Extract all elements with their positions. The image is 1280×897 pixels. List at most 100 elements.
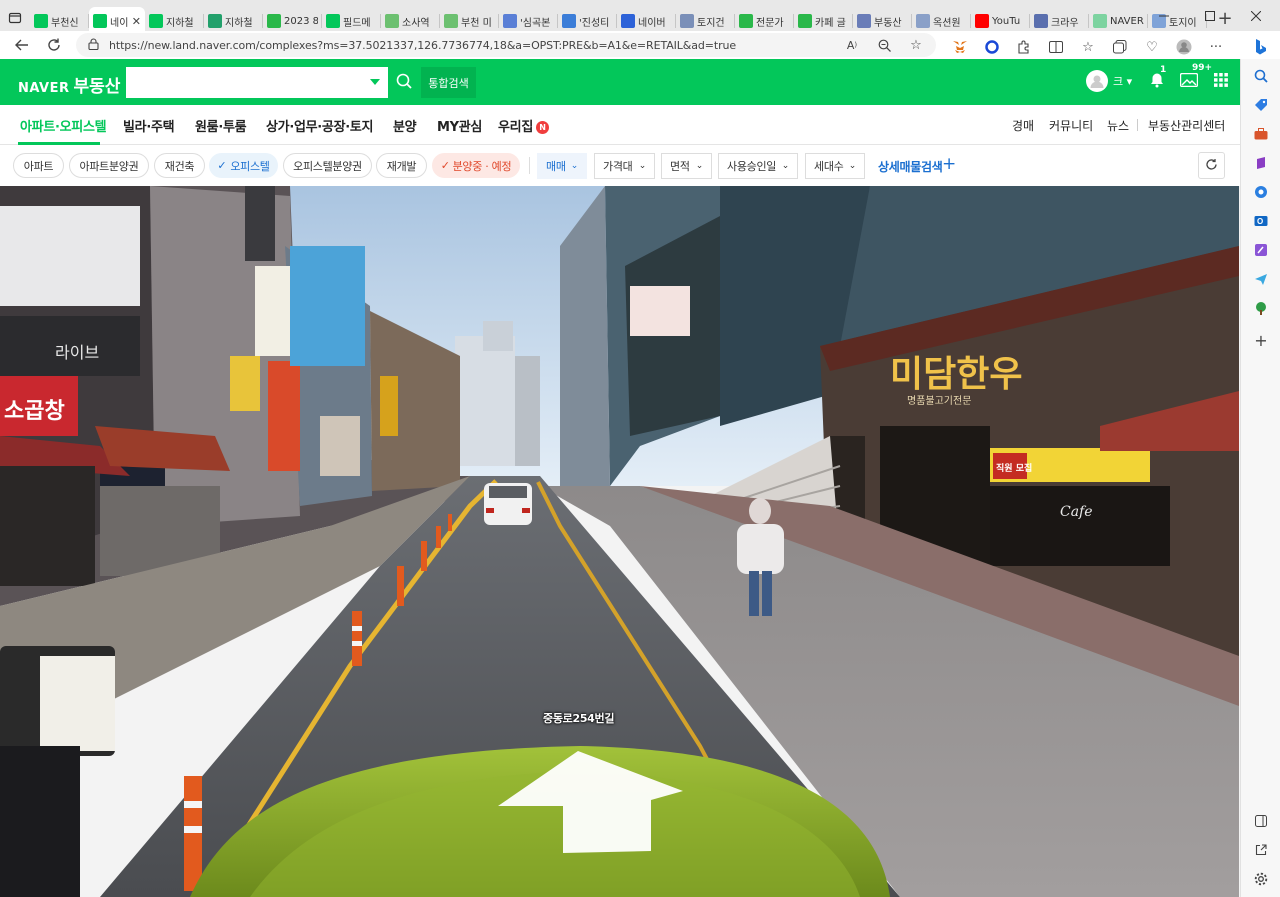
address-bar-row: https://new.land.naver.com/complexes?ms=… (0, 31, 1280, 59)
browser-essentials-icon[interactable]: ♡ (1136, 35, 1168, 59)
chip-redevelopment[interactable]: 재개발 (376, 153, 427, 178)
main-nav: 아파트·오피스텔 빌라·주택 원룸·투룸 상가·업무·공장·토지 분양 MY관심… (0, 105, 1240, 145)
extensions-puzzle-icon[interactable] (1008, 35, 1040, 59)
nav-commercial-land[interactable]: 상가·업무·공장·토지 (266, 116, 374, 135)
dropdown-households[interactable]: 세대수 ⌄ (805, 153, 865, 179)
naver-n-icon (1093, 14, 1107, 28)
read-aloud-icon[interactable]: A) (836, 33, 868, 57)
split-screen-icon[interactable] (1040, 35, 1072, 59)
dropdown-area[interactable]: 면적 ⌄ (661, 153, 712, 179)
microsoft-365-icon[interactable] (1250, 181, 1272, 203)
browser-tab-label: YouTu (992, 15, 1021, 27)
tree-extension-icon[interactable] (1250, 297, 1272, 319)
chip-reconstruction[interactable]: 재건축 (154, 153, 205, 178)
chip-officetel-presale-right[interactable]: 오피스텔분양권 (283, 153, 372, 178)
naver-map-icon (208, 14, 222, 28)
add-sidebar-app-icon[interactable]: + (1250, 329, 1272, 351)
lock-icon[interactable] (88, 37, 99, 53)
bing-copilot-icon[interactable] (1249, 35, 1273, 59)
metamask-extension-icon[interactable] (944, 35, 976, 59)
chevron-down-icon: ⌄ (848, 161, 857, 171)
dropdown-approval-date[interactable]: 사용승인일 ⌄ (718, 153, 798, 179)
browser-sidebar: O + (1240, 35, 1280, 897)
dropdown-trade-type[interactable]: 매매 ⌄ (537, 153, 587, 179)
advanced-search-button[interactable]: 상세매물검색 (878, 158, 943, 175)
refresh-icon (1205, 158, 1218, 174)
dropdown-area-label: 면적 (670, 160, 690, 173)
browser-tab-label: 소사역 (402, 17, 430, 29)
tools-briefcase-icon[interactable] (1250, 123, 1272, 145)
nav-my-home[interactable]: 우리집 N (498, 116, 549, 135)
nav-auction[interactable]: 경매 (1012, 117, 1034, 134)
favorites-icon[interactable]: ☆ (1072, 35, 1104, 59)
minimize-button[interactable] (1141, 0, 1187, 32)
close-tab-icon[interactable]: ✕ (132, 15, 141, 28)
naver-n-icon (326, 14, 340, 28)
browser-tab-label: 필드메 (343, 17, 371, 29)
user-name-menu[interactable]: 크 ▾ (1113, 73, 1141, 89)
designer-icon[interactable] (1250, 239, 1272, 261)
dropdown-price[interactable]: 가격대 ⌄ (594, 153, 655, 179)
games-icon[interactable] (1250, 152, 1272, 174)
nav-presale[interactable]: 분양 (393, 116, 417, 135)
search-icon[interactable] (1250, 65, 1272, 87)
naver-land-header: NAVER 부동산 통합검색 크 ▾ 1 99+ (0, 59, 1240, 105)
url-field[interactable]: https://new.land.naver.com/complexes?ms=… (76, 33, 936, 57)
chip-officetel[interactable]: ✓ 오피스텔 (209, 153, 278, 178)
total-search-button[interactable]: 통합검색 (421, 67, 476, 98)
search-dropdown-caret-icon[interactable] (370, 79, 380, 85)
chip-presale-upcoming[interactable]: ✓ 분양중 · 예정 (432, 153, 520, 178)
browser-tab-label: 2023 8 (284, 15, 318, 27)
place-icon (503, 14, 517, 28)
shopping-tag-icon[interactable] (1250, 94, 1272, 116)
filter-bar: 아파트 아파트분양권 재건축 ✓ 오피스텔 오피스텔분양권 재개발 ✓ 분양중 · … (0, 145, 1240, 186)
back-arrow-icon[interactable] (6, 31, 38, 59)
dropdown-price-label: 가격대 (603, 160, 633, 173)
maximize-button[interactable] (1187, 0, 1233, 32)
chip-apartment[interactable]: 아파트 (13, 153, 64, 178)
hide-sidebar-icon[interactable] (1250, 810, 1272, 832)
reset-filters-button[interactable] (1198, 152, 1225, 179)
profile-icon[interactable] (1168, 35, 1200, 59)
refresh-icon[interactable] (38, 31, 70, 59)
message-button[interactable]: 99+ (1173, 63, 1212, 93)
apps-grid-icon (1214, 72, 1228, 90)
zoom-icon[interactable] (868, 33, 900, 57)
chip-apartment-presale-right[interactable]: 아파트분양권 (69, 153, 149, 178)
drop-icon[interactable] (1250, 268, 1272, 290)
nav-apartment-officetel[interactable]: 아파트·오피스텔 (20, 116, 107, 135)
browser-tab-label: 부천 미 (461, 17, 492, 29)
plus-icon[interactable]: + (942, 154, 956, 174)
nav-villa-house[interactable]: 빌라·주택 (123, 116, 175, 135)
blue-ring-extension-icon[interactable] (976, 35, 1008, 59)
naver-n-icon (149, 14, 163, 28)
naver-n-icon (93, 14, 107, 28)
naver-land-logo[interactable]: NAVER 부동산 (18, 72, 120, 97)
search-button[interactable] (390, 67, 418, 98)
youtube-icon (975, 14, 989, 28)
auction-icon (916, 14, 930, 28)
settings-more-icon[interactable]: ··· (1200, 35, 1232, 59)
favorite-star-icon[interactable]: ☆ (900, 33, 932, 57)
restaurant-sign-text: 미담한우 (890, 354, 1022, 395)
search-input[interactable] (126, 67, 388, 98)
url-text: https://new.land.naver.com/complexes?ms=… (109, 38, 737, 52)
apps-grid-button[interactable] (1205, 69, 1237, 93)
chevron-down-icon: ⌄ (638, 161, 647, 171)
sidebar-settings-gear-icon[interactable] (1250, 868, 1272, 890)
street-view-panorama[interactable]: 소곱창 라이브 미담한우 명품불고기전문 직원 모집 Cafe 중동로254번길 (0, 186, 1239, 897)
nav-community[interactable]: 커뮤니티 (1049, 117, 1093, 134)
open-external-icon[interactable] (1250, 839, 1272, 861)
nav-realtor-center[interactable]: 부동산관리센터 (1148, 117, 1225, 134)
nav-my-home-label: 우리집 (498, 120, 533, 135)
close-window-button[interactable] (1233, 0, 1279, 32)
chevron-down-icon: ⌄ (781, 161, 790, 171)
cafe-icon (739, 14, 753, 28)
nav-oneroom-tworoom[interactable]: 원룸·투룸 (195, 116, 247, 135)
avatar[interactable] (1086, 70, 1108, 92)
outlook-icon[interactable]: O (1250, 210, 1272, 232)
nav-my-interest[interactable]: MY관심 (437, 116, 482, 135)
nav-news[interactable]: 뉴스 (1107, 117, 1129, 134)
collections-icon[interactable] (1104, 35, 1136, 59)
notification-button[interactable]: 1 (1141, 65, 1173, 93)
